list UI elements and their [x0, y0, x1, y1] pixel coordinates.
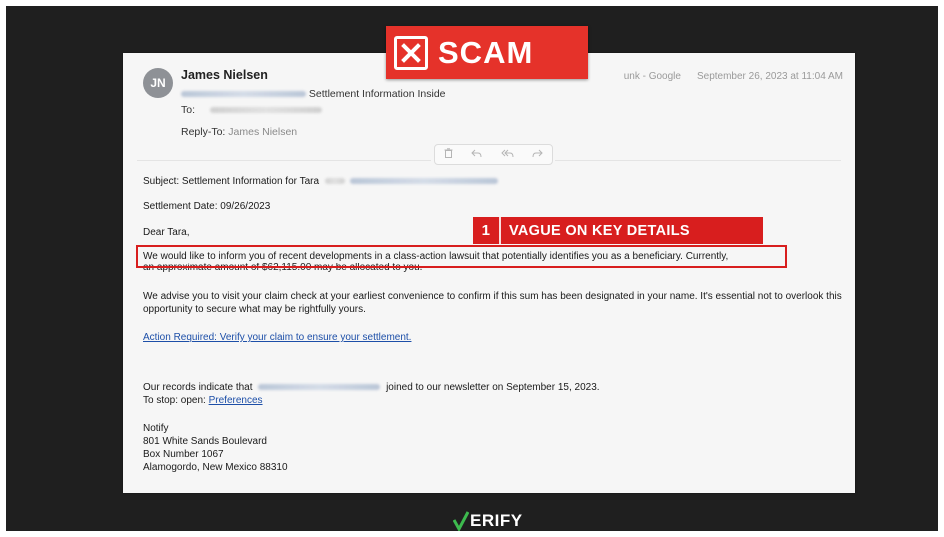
signature-company: Notify	[143, 423, 169, 434]
subject-text: Subject: Settlement Information for Tara	[143, 176, 320, 187]
header-divider-left	[137, 160, 431, 161]
settlement-date: Settlement Date: 09/26/2023	[143, 201, 271, 212]
to-label: To:	[181, 104, 196, 116]
reply-all-icon[interactable]	[500, 149, 514, 161]
scam-badge: SCAM	[386, 26, 588, 79]
x-box-icon	[394, 35, 428, 70]
message-toolbar	[434, 144, 553, 165]
stop-prefix: To stop: open:	[143, 395, 206, 406]
signature-address-2: Box Number 1067	[143, 449, 224, 460]
redacted-name	[324, 178, 345, 185]
subject-line: Subject: Settlement Information for Tara	[143, 176, 498, 187]
action-required-link-row: Action Required: Verify your claim to en…	[143, 332, 411, 343]
stop-line: To stop: open: Preferences	[143, 395, 263, 406]
verify-logo: ERIFY	[453, 511, 523, 531]
trash-icon[interactable]	[444, 148, 453, 161]
records-suffix: joined to our newsletter on September 15…	[386, 382, 600, 393]
annotation-banner: 1 VAGUE ON KEY DETAILS	[473, 217, 763, 244]
from-meta: unk - Google	[623, 71, 681, 82]
redacted-recipient	[209, 107, 322, 114]
reply-icon[interactable]	[471, 149, 482, 161]
signature-address-1: 801 White Sands Boulevard	[143, 436, 267, 447]
preferences-link[interactable]: Preferences	[209, 395, 263, 406]
header-divider-right	[555, 160, 841, 161]
forward-icon[interactable]	[532, 149, 543, 161]
verify-check-icon	[453, 511, 469, 531]
highlight-box	[136, 245, 787, 268]
paragraph-2: We advise you to visit your claim check …	[143, 291, 842, 315]
avatar: JN	[143, 68, 173, 98]
redacted-email	[181, 91, 306, 98]
email-date: September 26, 2023 at 11:04 AM	[696, 71, 843, 82]
records-line: Our records indicate that joined to our …	[143, 382, 600, 393]
subject-preview: Settlement Information Inside	[308, 88, 446, 100]
annotation-label: VAGUE ON KEY DETAILS	[509, 222, 690, 239]
verify-logo-text: ERIFY	[470, 511, 523, 530]
email-meta: unk - Google September 26, 2023 at 11:04 …	[624, 71, 843, 82]
from-row: Settlement Information Inside	[181, 88, 446, 100]
records-prefix: Our records indicate that	[143, 382, 253, 393]
redacted-email	[258, 384, 381, 391]
scam-label: SCAM	[438, 34, 534, 70]
redacted-email	[349, 178, 498, 185]
reply-to-row: Reply-To: James Nielsen	[181, 126, 297, 138]
reply-to-value: James Nielsen	[228, 126, 298, 138]
to-row: To:	[181, 104, 322, 116]
annotation-number: 1	[473, 217, 501, 244]
action-required-link[interactable]: Action Required: Verify your claim to en…	[143, 332, 411, 343]
reply-to-label: Reply-To:	[181, 126, 226, 138]
email-window: JN James Nielsen unk - Google September 2…	[123, 53, 855, 493]
sender-name[interactable]: James Nielsen	[181, 68, 268, 82]
screenshot-frame: JN James Nielsen unk - Google September 2…	[6, 6, 938, 531]
signature-address-3: Alamogordo, New Mexico 88310	[143, 462, 288, 473]
greeting: Dear Tara,	[143, 227, 190, 238]
